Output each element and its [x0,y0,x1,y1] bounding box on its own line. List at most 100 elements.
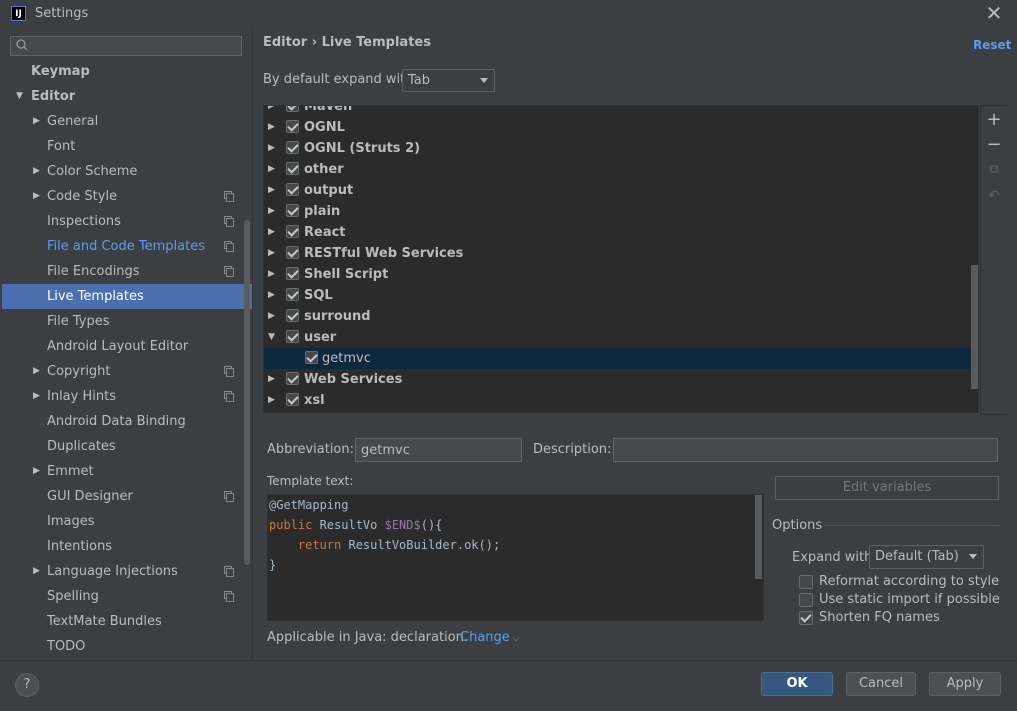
sidebar-item-color-scheme[interactable]: ▶ Color Scheme [2,159,252,184]
reset-link[interactable]: Reset [973,38,1011,52]
collapsed-arrow-icon[interactable]: ▶ [268,369,275,390]
cancel-button[interactable]: Cancel [846,672,916,696]
collapsed-arrow-icon[interactable]: ▶ [33,359,40,384]
sidebar-item-file-encodings[interactable]: File Encodings [2,259,252,284]
template-group[interactable]: ▶ output [264,180,978,201]
template-group[interactable]: ▶ RESTful Web Services [264,243,978,264]
collapsed-arrow-icon[interactable]: ▶ [268,243,275,264]
editor-scrollbar[interactable] [755,495,762,579]
collapsed-arrow-icon[interactable]: ▶ [33,459,40,484]
collapsed-arrow-icon[interactable]: ▶ [268,285,275,306]
collapsed-arrow-icon[interactable]: ▶ [268,264,275,285]
template-checkbox[interactable] [286,106,299,112]
default-expand-select[interactable]: Tab [402,69,495,92]
template-checkbox[interactable] [286,204,299,217]
template-group[interactable]: ▶ React [264,222,978,243]
sidebar-item-code-style[interactable]: ▶ Code Style [2,184,252,209]
collapsed-arrow-icon[interactable]: ▶ [268,390,275,411]
template-checkbox[interactable] [286,330,299,343]
sidebar-item-duplicates[interactable]: Duplicates [2,434,252,459]
description-input[interactable] [613,438,998,462]
ok-button[interactable]: OK [761,672,833,696]
template-checkbox[interactable] [305,351,318,364]
template-checkbox[interactable] [286,288,299,301]
sidebar-item-editor[interactable]: ▼ Editor [2,84,252,109]
template-group[interactable]: ▶ OGNL (Struts 2) [264,138,978,159]
sidebar-item-todo[interactable]: TODO [2,634,252,659]
template-item[interactable]: getmvc [264,348,978,369]
shorten-fq-checkbox[interactable] [799,611,813,625]
template-group[interactable]: ▶ surround [264,306,978,327]
sidebar-item-language-injections[interactable]: ▶ Language Injections [2,559,252,584]
template-checkbox[interactable] [286,309,299,322]
collapsed-arrow-icon[interactable]: ▶ [33,109,40,134]
tree-scrollbar[interactable] [971,265,978,389]
sidebar-item-copyright[interactable]: ▶ Copyright [2,359,252,384]
collapsed-arrow-icon[interactable]: ▶ [268,201,275,222]
sidebar-item-font[interactable]: Font [2,134,252,159]
collapsed-arrow-icon[interactable]: ▶ [268,159,275,180]
sidebar-item-android-layout-editor[interactable]: Android Layout Editor [2,334,252,359]
sidebar-item-keymap[interactable]: Keymap [2,59,252,84]
sidebar-item-textmate-bundles[interactable]: TextMate Bundles [2,609,252,634]
abbreviation-input[interactable] [355,438,522,462]
template-group[interactable]: ▶ Web Services [264,369,978,390]
collapsed-arrow-icon[interactable]: ▶ [33,559,40,584]
apply-button[interactable]: Apply [929,672,1001,696]
collapsed-arrow-icon[interactable]: ▶ [268,138,275,159]
sidebar-item-intentions[interactable]: Intentions [2,534,252,559]
template-checkbox[interactable] [286,225,299,238]
restore-icon[interactable]: ↶ [986,188,1002,204]
help-button[interactable]: ? [15,673,39,697]
sidebar-scrollbar[interactable] [244,220,250,565]
template-group[interactable]: ▶ xsl [264,390,978,411]
expanded-arrow-icon[interactable]: ▼ [268,327,275,348]
add-icon[interactable]: + [986,111,1002,129]
sidebar-item-emmet[interactable]: ▶ Emmet [2,459,252,484]
close-button[interactable]: ✕ [983,2,1005,24]
collapsed-arrow-icon[interactable]: ▶ [33,384,40,409]
template-checkbox[interactable] [286,246,299,259]
change-context-link[interactable]: Change ⌵ [460,630,520,645]
template-checkbox[interactable] [286,183,299,196]
templates-tree[interactable]: ▶ Maven ▶ OGNL ▶ OGNL (Struts 2) ▶ other ▶ output… [263,105,979,413]
template-group[interactable]: ▶ SQL [264,285,978,306]
static-import-checkbox[interactable] [799,593,813,607]
expanded-arrow-icon[interactable]: ▼ [16,84,23,109]
sidebar-item-general[interactable]: ▶ General [2,109,252,134]
collapsed-arrow-icon[interactable]: ▶ [268,306,275,327]
template-checkbox[interactable] [286,162,299,175]
sidebar-item-images[interactable]: Images [2,509,252,534]
template-checkbox[interactable] [286,393,299,406]
expand-with-select[interactable]: Default (Tab) [869,545,984,569]
sidebar-item-spelling[interactable]: Spelling [2,584,252,609]
collapsed-arrow-icon[interactable]: ▶ [268,117,275,138]
reformat-checkbox[interactable] [799,575,813,589]
template-checkbox[interactable] [286,372,299,385]
remove-icon[interactable]: − [986,136,1002,154]
template-group[interactable]: ▶ other [264,159,978,180]
copy-icon[interactable]: ⧉ [986,162,1002,178]
sidebar-item-gui-designer[interactable]: GUI Designer [2,484,252,509]
settings-search-input[interactable] [10,36,242,56]
collapsed-arrow-icon[interactable]: ▶ [268,106,275,117]
collapsed-arrow-icon[interactable]: ▶ [33,159,40,184]
collapsed-arrow-icon[interactable]: ▶ [33,184,40,209]
template-group[interactable]: ▶ OGNL [264,117,978,138]
sidebar-item-inspections[interactable]: Inspections [2,209,252,234]
template-text-editor[interactable]: @GetMapping public ResultVo $END$(){ ret… [267,494,764,621]
sidebar-item-inlay-hints[interactable]: ▶ Inlay Hints [2,384,252,409]
sidebar-item-android-data-binding[interactable]: Android Data Binding [2,409,252,434]
edit-variables-button[interactable]: Edit variables [775,476,999,500]
template-group[interactable]: ▼ user [264,327,978,348]
sidebar-item-file-and-code-templates[interactable]: File and Code Templates [2,234,252,259]
template-group[interactable]: ▶ Shell Script [264,264,978,285]
template-checkbox[interactable] [286,267,299,280]
sidebar-item-live-templates[interactable]: Live Templates [2,284,252,309]
template-group[interactable]: ▶ Maven [264,106,978,117]
template-checkbox[interactable] [286,120,299,133]
template-group[interactable]: ▶ plain [264,201,978,222]
sidebar-item-file-types[interactable]: File Types [2,309,252,334]
collapsed-arrow-icon[interactable]: ▶ [268,222,275,243]
template-checkbox[interactable] [286,141,299,154]
